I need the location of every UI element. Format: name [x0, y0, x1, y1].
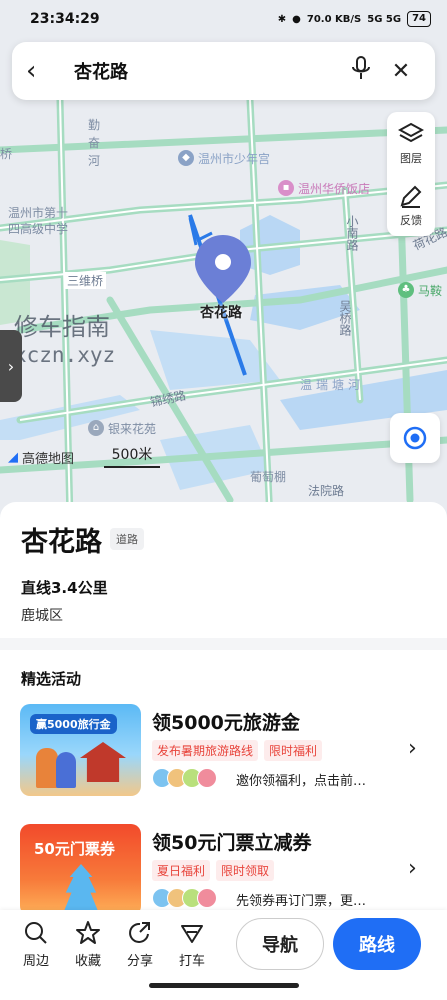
map-label-sanwei: 三维桥	[64, 272, 107, 289]
map-label-qiao: 桥	[0, 147, 13, 161]
location-pin-icon[interactable]	[193, 233, 253, 305]
promo-image-travel-text: 赢5000旅行金	[30, 714, 117, 734]
promo-title: 领50元门票立减券	[152, 832, 312, 854]
map-label-hotel[interactable]: 温州华侨饭店	[298, 180, 370, 197]
share-button[interactable]: 分享	[120, 920, 160, 969]
share-icon	[129, 922, 150, 943]
map-label-he: 河	[88, 154, 101, 168]
hotel-icon: ▪	[278, 180, 294, 196]
promo-tags: 夏日福利 限时领取	[152, 860, 275, 881]
taxi-icon	[181, 925, 203, 943]
status-time: 23:34:29	[30, 11, 100, 27]
taxi-label: 打车	[178, 954, 205, 969]
star-icon	[76, 921, 100, 944]
map-brand-label: 高德地图	[22, 452, 75, 467]
map-label-youth-palace[interactable]: 温州市少年宫	[198, 150, 270, 167]
promo-image-travel: 赢5000旅行金	[20, 704, 141, 796]
watermark-line1: 修车指南	[14, 313, 110, 341]
share-label: 分享	[126, 954, 153, 969]
promo-card-ticket[interactable]: 50元门票券 领50元门票立减券 夏日福利 限时领取 先领券再订门票，更… ›	[20, 824, 435, 916]
map-label-school-2: 四高级中学	[8, 222, 69, 236]
park-icon: ♣	[398, 282, 414, 298]
avatar	[197, 888, 217, 908]
chevron-right-icon: ›	[7, 356, 15, 376]
place-type-tag: 道路	[110, 528, 144, 550]
promo-image-ticket-text: 50元门票券	[34, 840, 115, 858]
section-divider	[0, 638, 447, 650]
map-label-school-1: 温州市第十	[8, 206, 69, 220]
layers-button[interactable]: 图层	[387, 112, 435, 174]
residence-icon: ⌂	[88, 420, 104, 436]
promo-tag: 发布暑期旅游路线	[152, 740, 259, 761]
avatar	[197, 768, 217, 788]
home-indicator[interactable]	[149, 983, 299, 988]
map-label-putao: 葡萄棚	[250, 470, 287, 484]
bluetooth-icon: ✱	[277, 13, 287, 25]
map-app: 勤 奋 河 桥 ◆ 温州市少年宫 ▪ 温州华侨饭店 温州市第十 四高级中学 三维…	[0, 0, 447, 1000]
search-bar[interactable]: ‹ 杏花路 ✕	[12, 42, 435, 100]
navigate-button[interactable]: 导航	[236, 918, 324, 970]
watermark: 修车指南 xczn.xyz	[14, 313, 115, 369]
map-label-wenrui: 温瑞塘河	[300, 378, 365, 392]
map-label-yinlai: 银来花苑	[108, 422, 157, 436]
status-icons: ✱ ● 70.0 KB/S 5G 5G 74	[278, 11, 431, 27]
promo-tag: 夏日福利	[152, 860, 211, 881]
map-tool-panel: 图层 反馈	[387, 112, 435, 236]
favorite-button[interactable]: 收藏	[68, 920, 108, 969]
promo-image-ticket: 50元门票券	[20, 824, 141, 916]
map-label-qin: 勤	[88, 118, 101, 132]
map-label-wuqiao: 吴桥路	[338, 300, 352, 336]
feedback-button[interactable]: 反馈	[387, 174, 435, 236]
layers-label: 图层	[400, 151, 422, 165]
map-scale: 500米	[104, 444, 160, 468]
map-label-maan: 马鞍	[418, 284, 443, 298]
taxi-button[interactable]: 打车	[172, 920, 212, 969]
network-speed: 70.0 KB/S	[306, 13, 362, 25]
place-distance: 直线3.4公里	[21, 579, 108, 597]
nearby-label: 周边	[22, 954, 49, 969]
search-icon	[25, 922, 47, 944]
promo-desc: 先领券再订门票，更…	[236, 894, 367, 909]
promo-tags: 发布暑期旅游路线 限时福利	[152, 740, 323, 761]
location-status-icon: ●	[292, 13, 301, 25]
layers-icon	[398, 122, 424, 142]
map-label-yi: 奋	[88, 136, 101, 150]
place-name: 杏花路	[21, 527, 102, 558]
locate-icon	[403, 426, 427, 450]
map-label-fayuan: 法院路	[308, 484, 345, 498]
promo-avatars	[152, 768, 217, 788]
locate-button[interactable]	[390, 413, 440, 463]
signal-icon: 5G 5G	[367, 13, 402, 25]
close-icon[interactable]: ✕	[381, 59, 421, 84]
featured-activities-title: 精选活动	[21, 670, 82, 688]
feedback-label: 反馈	[400, 213, 422, 227]
place-district: 鹿城区	[21, 608, 63, 624]
favorite-label: 收藏	[74, 954, 101, 969]
status-bar: 23:34:29 ✱ ● 70.0 KB/S 5G 5G 74	[0, 0, 447, 38]
side-expand-tab[interactable]: ›	[0, 330, 22, 402]
microphone-icon[interactable]	[341, 55, 381, 87]
promo-tag: 限时领取	[216, 860, 275, 881]
chevron-right-icon[interactable]: ›	[408, 856, 417, 881]
watermark-line2: xczn.xyz	[14, 343, 116, 367]
edit-icon	[400, 185, 422, 208]
promo-card-travel[interactable]: 赢5000旅行金 领5000元旅游金 发布暑期旅游路线 限时福利 邀你领福利，点…	[20, 704, 435, 796]
search-query[interactable]: 杏花路	[74, 58, 341, 84]
amap-logo-icon: ◢	[8, 450, 18, 465]
battery-icon: 74	[407, 11, 431, 27]
promo-avatars	[152, 888, 217, 908]
chevron-right-icon[interactable]: ›	[408, 736, 417, 761]
promo-title: 领5000元旅游金	[152, 712, 300, 734]
map-label-xiaonan: 小南路	[345, 215, 359, 251]
map-brand: ◢ 高德地图	[8, 448, 74, 467]
back-arrow-icon[interactable]: ‹	[26, 56, 62, 86]
nearby-button[interactable]: 周边	[16, 920, 56, 969]
promo-tag: 限时福利	[264, 740, 323, 761]
youth-palace-icon: ◆	[178, 150, 194, 166]
promo-desc: 邀你领福利，点击前…	[236, 774, 367, 789]
route-button[interactable]: 路线	[333, 918, 421, 970]
pin-label: 杏花路	[200, 305, 242, 321]
